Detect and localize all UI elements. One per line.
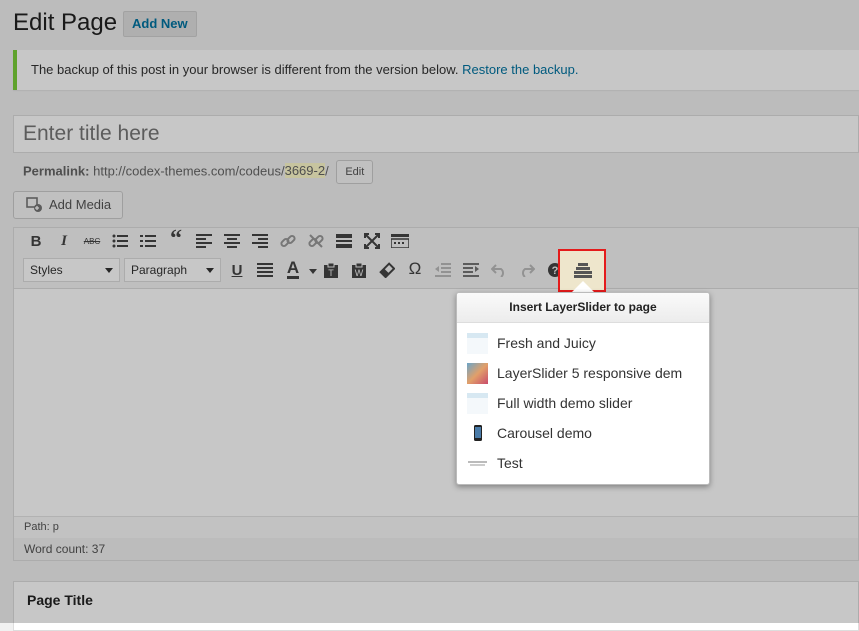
slider-item-label: Carousel demo — [497, 425, 592, 441]
slider-thumbnail — [467, 333, 488, 354]
slider-item[interactable]: LayerSlider 5 responsive dem — [457, 358, 709, 388]
layerslider-popup: Insert LayerSlider to page Fresh and Jui… — [456, 292, 710, 485]
slider-item[interactable]: Carousel demo — [457, 418, 709, 448]
popup-pointer — [572, 281, 594, 292]
modal-overlay[interactable] — [0, 0, 859, 623]
layerslider-icon — [574, 263, 592, 278]
slider-item-label: Full width demo slider — [497, 395, 633, 411]
slider-item[interactable]: Test — [457, 448, 709, 478]
slider-thumbnail — [467, 453, 488, 474]
slider-item-label: LayerSlider 5 responsive dem — [497, 365, 683, 381]
slider-thumbnail — [467, 393, 488, 414]
slider-item[interactable]: Full width demo slider — [457, 388, 709, 418]
popup-title: Insert LayerSlider to page — [457, 293, 709, 323]
slider-item-label: Fresh and Juicy — [497, 335, 596, 351]
slider-thumbnail — [474, 425, 482, 441]
slider-thumbnail — [467, 363, 488, 384]
slider-item-label: Test — [497, 455, 523, 471]
slider-item[interactable]: Fresh and Juicy — [457, 328, 709, 358]
